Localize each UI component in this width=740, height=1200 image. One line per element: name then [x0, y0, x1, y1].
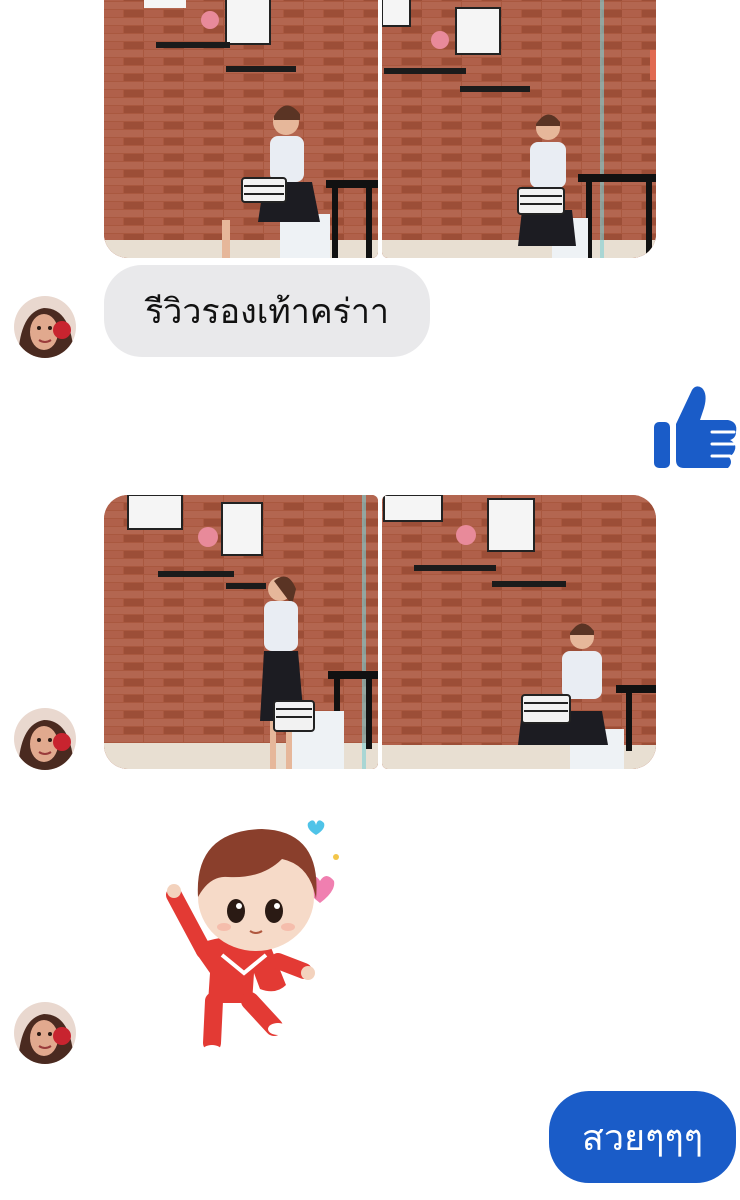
message-text: สวยๆๆๆ — [581, 1117, 704, 1159]
photo-message-1b[interactable] — [382, 0, 656, 258]
message-text: รีวิวรองเท้าคร่าา — [144, 292, 390, 332]
photo-message-2a[interactable] — [104, 495, 378, 769]
contact-avatar[interactable] — [14, 296, 76, 358]
chibi-boy-sticker[interactable] — [160, 815, 350, 1065]
incoming-text-bubble[interactable]: รีวิวรองเท้าคร่าา — [104, 265, 430, 357]
photo-image — [382, 0, 656, 258]
avatar-image — [14, 1002, 76, 1064]
thumbs-up-glyph — [654, 386, 737, 468]
photo-image — [382, 495, 656, 769]
avatar-image — [14, 708, 76, 770]
photo-image — [104, 0, 378, 258]
photo-image — [104, 495, 378, 769]
contact-avatar[interactable] — [14, 708, 76, 770]
outgoing-text-bubble[interactable]: สวยๆๆๆ — [549, 1091, 736, 1183]
sticker-image — [166, 820, 339, 1057]
avatar-image — [14, 296, 76, 358]
photo-message-2b[interactable] — [382, 495, 656, 769]
thumbs-up-icon[interactable] — [648, 380, 740, 472]
photo-message-1a[interactable] — [104, 0, 378, 258]
contact-avatar[interactable] — [14, 1002, 76, 1064]
